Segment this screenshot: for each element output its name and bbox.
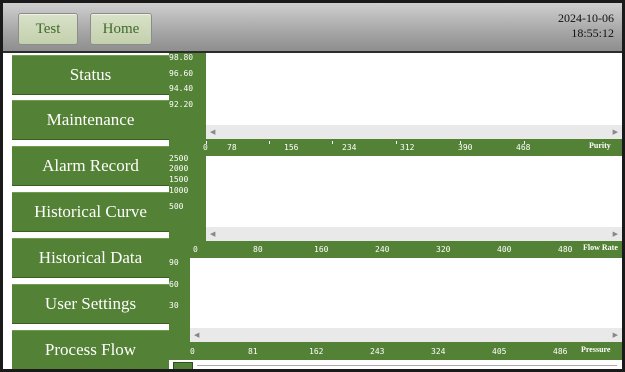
date-text: 2024-10-06 xyxy=(558,11,614,25)
nav-historical-curve-button[interactable]: Historical Curve xyxy=(12,192,169,232)
x-tick-label: 0 xyxy=(203,143,208,152)
x-tick-label: 324 xyxy=(431,347,446,356)
x-tick-label: 0 xyxy=(193,245,198,254)
y-tick-label: 1500 xyxy=(169,175,189,184)
flow-rate-x-axis: 0 80 160 240 320 400 480 Flow Rate xyxy=(192,243,622,254)
scroll-right-icon[interactable]: ▶ xyxy=(613,230,618,238)
purity-chart-title: Purity xyxy=(589,141,611,150)
y-tick-label: 2500 xyxy=(169,154,189,163)
flow-rate-plot-area[interactable] xyxy=(206,156,622,227)
scroll-track xyxy=(197,365,617,366)
x-tick-label: 486 xyxy=(553,347,568,356)
nav-alarm-record-button[interactable]: Alarm Record xyxy=(12,146,169,186)
purity-chart: 98.80 96.60 94.40 92.20 ◀ ▶ 0 78 156 234… xyxy=(169,53,622,154)
nav-user-settings-button[interactable]: User Settings xyxy=(12,284,169,324)
x-tick-label: 156 xyxy=(284,143,299,152)
x-tick-label: 81 xyxy=(248,347,258,356)
x-tick-label: 78 xyxy=(227,143,237,152)
x-tick-label: 312 xyxy=(400,143,415,152)
x-tick xyxy=(269,141,270,144)
purity-plot-area[interactable] xyxy=(206,53,622,125)
pressure-chart: 90 60 30 ◀ ▶ 0 81 162 243 324 405 486 Pr… xyxy=(169,256,622,360)
time-text: 18:55:12 xyxy=(571,26,614,40)
home-button[interactable]: Home xyxy=(90,13,152,45)
flow-rate-scrollbar[interactable]: ◀ ▶ xyxy=(206,227,622,241)
x-tick-label: 0 xyxy=(190,347,195,356)
purity-scrollbar[interactable]: ◀ ▶ xyxy=(206,125,622,139)
purity-x-axis: 0 78 156 234 312 390 468 Purity xyxy=(203,141,622,152)
y-tick-label: 96.60 xyxy=(169,69,194,78)
x-tick xyxy=(332,141,333,144)
app-frame: Test Home 2024-10-06 18:55:12 Status Mai… xyxy=(0,0,625,372)
scroll-left-icon[interactable]: ◀ xyxy=(194,331,199,339)
y-tick-label: 94.40 xyxy=(169,84,194,93)
y-tick-label: 500 xyxy=(169,202,184,211)
x-tick-label: 160 xyxy=(314,245,329,254)
flow-rate-chart-title: Flow Rate xyxy=(583,243,618,252)
pressure-x-axis: 0 81 162 243 324 405 486 Pressure xyxy=(190,345,622,356)
clock: 2024-10-06 18:55:12 xyxy=(558,11,614,41)
x-tick-label: 480 xyxy=(558,245,573,254)
scroll-right-icon[interactable]: ▶ xyxy=(613,331,618,339)
x-tick-label: 405 xyxy=(492,347,507,356)
bottom-scrollbar[interactable] xyxy=(173,361,622,369)
pressure-chart-title: Pressure xyxy=(581,345,611,354)
y-tick-label: 1000 xyxy=(169,186,189,195)
y-tick-label: 98.80 xyxy=(169,53,194,62)
nav-historical-data-button[interactable]: Historical Data xyxy=(12,238,169,278)
x-tick-label: 162 xyxy=(309,347,324,356)
x-tick-label: 390 xyxy=(458,143,473,152)
scroll-left-icon[interactable]: ◀ xyxy=(210,128,215,136)
scroll-right-icon[interactable]: ▶ xyxy=(613,128,618,136)
x-tick-label: 240 xyxy=(375,245,390,254)
x-tick xyxy=(396,141,397,144)
x-tick-label: 468 xyxy=(516,143,531,152)
pressure-scrollbar[interactable]: ◀ ▶ xyxy=(190,328,622,342)
pressure-plot-area[interactable] xyxy=(190,258,622,328)
nav-process-flow-button[interactable]: Process Flow xyxy=(12,330,169,369)
x-tick-label: 320 xyxy=(436,245,451,254)
top-bar: Test Home 2024-10-06 18:55:12 xyxy=(3,3,622,53)
test-button[interactable]: Test xyxy=(18,13,78,45)
nav-status-button[interactable]: Status xyxy=(12,55,169,95)
flow-rate-chart: 2500 2000 1500 1000 500 ◀ ▶ 0 80 160 240… xyxy=(169,154,622,256)
x-tick-label: 234 xyxy=(342,143,357,152)
scroll-left-icon[interactable]: ◀ xyxy=(210,230,215,238)
y-tick-label: 92.20 xyxy=(169,100,194,109)
x-tick-label: 80 xyxy=(253,245,263,254)
y-tick-label: 2000 xyxy=(169,164,189,173)
x-tick-label: 243 xyxy=(370,347,385,356)
x-tick-label: 400 xyxy=(497,245,512,254)
scroll-thumb[interactable] xyxy=(173,362,193,369)
nav-maintenance-button[interactable]: Maintenance xyxy=(12,100,169,140)
